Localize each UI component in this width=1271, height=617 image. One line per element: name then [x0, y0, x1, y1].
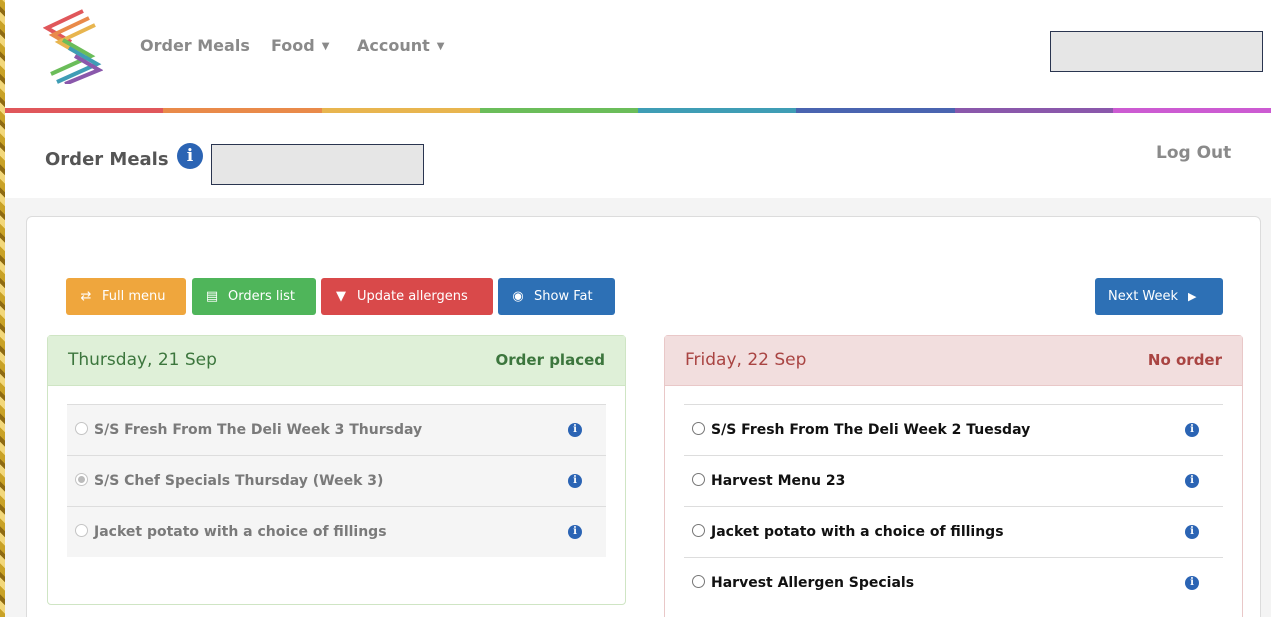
meal-name: S/S Fresh From The Deli Week 2 Tuesday	[711, 422, 1031, 438]
status-badge: No order	[1147, 351, 1222, 369]
day-card-thursday: Thursday, 21 Sep Order placed S/S Fresh …	[47, 335, 626, 605]
page-header: Order Meals i Log Out	[5, 113, 1271, 198]
meal-radio[interactable]	[692, 473, 705, 486]
caret-right-icon: ▶	[1188, 290, 1197, 303]
meal-option[interactable]: Jacket potato with a choice of fillings …	[684, 506, 1223, 557]
meal-radio[interactable]	[75, 422, 88, 435]
header-input-field[interactable]	[211, 144, 424, 185]
info-icon[interactable]: i	[1185, 423, 1199, 437]
list-icon: ▤	[205, 289, 219, 304]
meal-name: Harvest Menu 23	[711, 473, 846, 489]
show-fat-label: Show Fat	[534, 289, 593, 304]
meal-name: Jacket potato with a choice of fillings	[94, 524, 387, 540]
main-panel: ⇄ Full menu ▤ Orders list ▼ Update allergen…	[26, 216, 1261, 617]
meal-radio[interactable]	[692, 575, 705, 588]
nav-food-dropdown[interactable]: Food ▼	[271, 36, 329, 55]
meal-list: S/S Fresh From The Deli Week 3 Thursday …	[67, 404, 606, 557]
info-icon[interactable]: i	[1185, 474, 1199, 488]
info-icon[interactable]: i	[568, 474, 582, 488]
meal-option[interactable]: Jacket potato with a choice of fillings …	[67, 506, 606, 557]
full-menu-label: Full menu	[102, 289, 166, 304]
info-icon[interactable]: i	[1185, 576, 1199, 590]
next-week-label: Next Week	[1108, 289, 1179, 304]
info-icon[interactable]: i	[568, 423, 582, 437]
meal-name: Jacket potato with a choice of fillings	[711, 524, 1004, 540]
meal-option[interactable]: Harvest Menu 23 i	[684, 455, 1223, 506]
retweet-icon: ⇄	[80, 289, 92, 304]
day-card-friday: Friday, 22 Sep No order S/S Fresh From T…	[664, 335, 1243, 617]
day-header: Thursday, 21 Sep Order placed	[48, 336, 625, 386]
meal-option[interactable]: Harvest Allergen Specials i	[684, 557, 1223, 608]
meal-option[interactable]: S/S Fresh From The Deli Week 2 Tuesday i	[684, 404, 1223, 455]
day-date: Friday, 22 Sep	[685, 350, 807, 370]
update-allergens-label: Update allergens	[357, 289, 468, 304]
update-allergens-button[interactable]: ▼ Update allergens	[321, 278, 493, 315]
navbar: Order Meals Food ▼ Account ▼	[5, 0, 1271, 113]
day-date: Thursday, 21 Sep	[68, 350, 217, 370]
meal-name: S/S Chef Specials Thursday (Week 3)	[94, 473, 384, 489]
nav-account-label: Account	[357, 36, 430, 55]
show-fat-button[interactable]: ◉ Show Fat	[498, 278, 615, 315]
logo-icon[interactable]	[43, 8, 103, 84]
nav-food-label: Food	[271, 36, 315, 55]
meal-option[interactable]: S/S Fresh From The Deli Week 3 Thursday …	[67, 404, 606, 455]
filter-icon: ▼	[336, 289, 346, 304]
nav-search-field[interactable]	[1050, 31, 1263, 72]
orders-list-label: Orders list	[228, 289, 295, 304]
next-week-button[interactable]: Next Week ▶	[1095, 278, 1223, 315]
meal-name: Harvest Allergen Specials	[711, 575, 915, 591]
info-icon[interactable]: i	[568, 525, 582, 539]
status-badge: Order placed	[495, 351, 605, 369]
meal-option[interactable]: S/S Chef Specials Thursday (Week 3) i	[67, 455, 606, 506]
meal-radio-selected[interactable]	[75, 473, 88, 486]
page: Order Meals Food ▼ Account ▼ Order Meals i…	[5, 0, 1271, 617]
meal-name: S/S Fresh From The Deli Week 3 Thursday	[94, 422, 423, 438]
eye-icon: ◉	[512, 289, 524, 304]
orders-list-button[interactable]: ▤ Orders list	[192, 278, 316, 315]
meal-list: S/S Fresh From The Deli Week 2 Tuesday i…	[684, 404, 1223, 608]
nav-order-meals[interactable]: Order Meals	[140, 36, 250, 55]
page-title: Order Meals	[45, 149, 169, 170]
logout-link[interactable]: Log Out	[1156, 143, 1231, 163]
info-icon[interactable]: i	[177, 143, 203, 169]
day-header: Friday, 22 Sep No order	[665, 336, 1242, 386]
nav-account-dropdown[interactable]: Account ▼	[357, 36, 444, 55]
meal-radio[interactable]	[692, 524, 705, 537]
full-menu-button[interactable]: ⇄ Full menu	[66, 278, 186, 315]
info-icon[interactable]: i	[1185, 525, 1199, 539]
caret-down-icon: ▼	[321, 41, 330, 52]
meal-radio[interactable]	[75, 524, 88, 537]
meal-radio[interactable]	[692, 422, 705, 435]
caret-down-icon: ▼	[436, 41, 445, 52]
